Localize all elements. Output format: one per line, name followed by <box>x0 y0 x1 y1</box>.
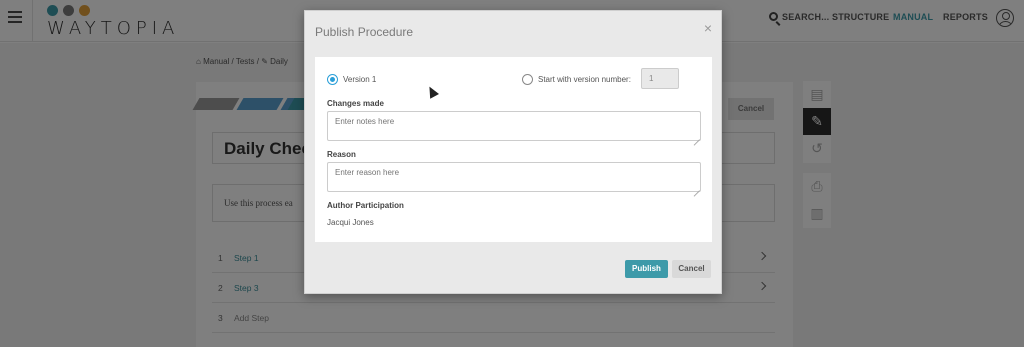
resize-grip-icon[interactable] <box>694 185 700 191</box>
author-name: Jacqui Jones <box>327 218 374 227</box>
version-number-input[interactable] <box>641 68 679 89</box>
author-participation-label: Author Participation <box>327 201 404 210</box>
resize-grip-icon[interactable] <box>694 134 700 140</box>
changes-made-label: Changes made <box>327 99 384 108</box>
version-1-label[interactable]: Version 1 <box>343 75 376 84</box>
publish-procedure-modal: Publish Procedure × Version 1 Start with… <box>304 10 722 294</box>
changes-made-field[interactable] <box>327 111 701 141</box>
version-1-radio[interactable] <box>327 74 338 85</box>
modal-title: Publish Procedure <box>315 25 414 39</box>
reason-field[interactable] <box>327 162 701 192</box>
reason-label: Reason <box>327 150 356 159</box>
publish-button[interactable]: Publish <box>625 260 668 278</box>
start-with-version-label[interactable]: Start with version number: <box>538 75 631 84</box>
cancel-button[interactable]: Cancel <box>672 260 711 278</box>
reason-field-wrap <box>327 162 701 192</box>
close-icon[interactable]: × <box>702 21 714 35</box>
modal-body: Version 1 Start with version number: Cha… <box>315 57 712 242</box>
changes-field-wrap <box>327 111 701 141</box>
start-with-version-radio[interactable] <box>522 74 533 85</box>
